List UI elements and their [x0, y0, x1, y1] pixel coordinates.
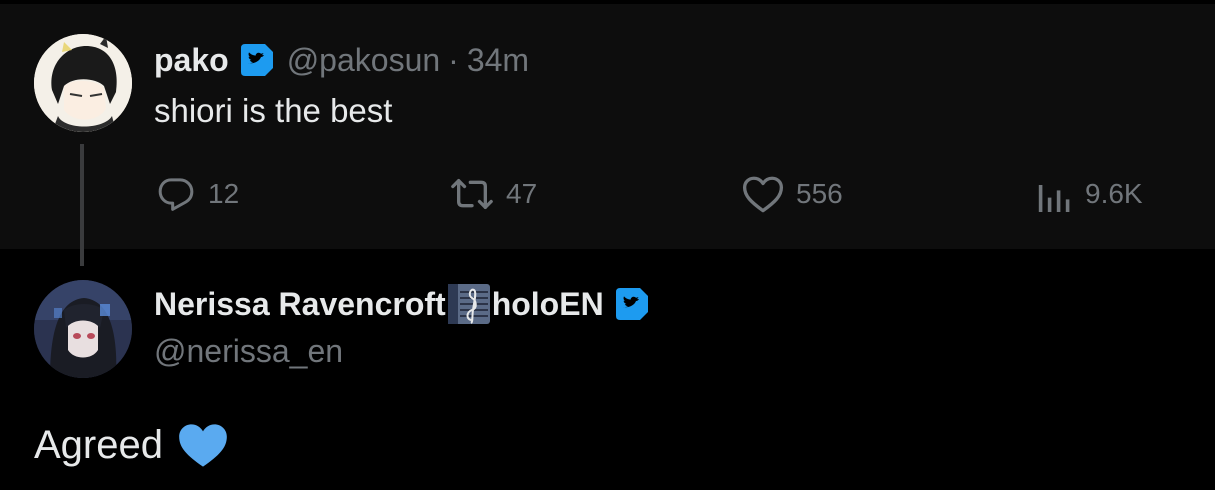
- like-count: 556: [796, 178, 843, 209]
- views-button[interactable]: 9.6K: [1037, 170, 1143, 218]
- reply-icon: [156, 174, 196, 214]
- nerissa-display-name-suffix[interactable]: holoEN: [492, 286, 604, 323]
- meta-separator: ·: [448, 41, 459, 78]
- like-button[interactable]: 556: [742, 170, 843, 218]
- view-count: 9.6K: [1085, 178, 1143, 209]
- tweet-action-bar: 12 47 556 9.6K: [0, 170, 1215, 218]
- heart-outline-icon: [742, 174, 784, 214]
- nerissa-handle[interactable]: @nerissa_en: [154, 333, 343, 370]
- retweet-icon: [450, 174, 494, 214]
- pako-avatar[interactable]: [34, 34, 132, 132]
- blue-heart-emoji-icon: [177, 421, 229, 469]
- bar-chart-icon: [1037, 174, 1073, 214]
- pako-display-name[interactable]: pako: [154, 42, 229, 79]
- tweet-timestamp[interactable]: 34m: [467, 42, 529, 79]
- musical-score-icon: [446, 282, 492, 326]
- nerissa-avatar[interactable]: [34, 280, 132, 378]
- reply-tweet-body: Agreed: [34, 418, 229, 472]
- pako-handle[interactable]: @pakosun: [287, 42, 440, 79]
- nerissa-display-name[interactable]: Nerissa Ravencroft: [154, 286, 446, 323]
- reply-tweet-text: Agreed: [34, 422, 163, 467]
- reply-tweet-header: Nerissa Ravencroft holoEN: [154, 282, 652, 326]
- pako-avatar-image: [34, 34, 132, 132]
- retweet-count: 47: [506, 178, 538, 209]
- verified-badge-icon[interactable]: [612, 286, 652, 322]
- retweet-button[interactable]: 47: [450, 170, 537, 218]
- parent-tweet-text: shiori is the best: [154, 92, 393, 129]
- reply-count: 12: [208, 178, 240, 209]
- verified-badge-icon[interactable]: [237, 42, 277, 78]
- parent-tweet-header: pako @pakosun · 34m: [154, 38, 529, 82]
- reply-button[interactable]: 12: [156, 170, 239, 218]
- nerissa-avatar-image: [34, 280, 132, 378]
